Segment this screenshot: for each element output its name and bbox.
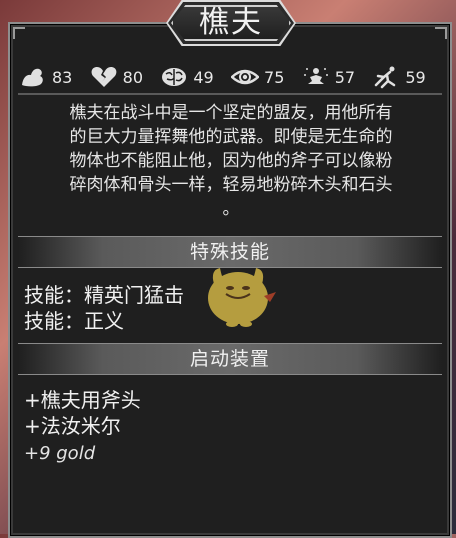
stat-value: 57: [334, 67, 356, 87]
meditation-icon: [301, 64, 331, 90]
corner-ornament: [13, 27, 25, 39]
stat-meditation: 57: [301, 64, 372, 90]
corner-ornament: [435, 27, 447, 39]
description-line: 物体也不能阻止他，因为他的斧子可以像粉: [69, 151, 393, 171]
skill-item: 技能：精英门猛击: [24, 283, 184, 307]
stat-value: 83: [52, 67, 73, 87]
description-line: 碎肉体和骨头一样，轻易地粉碎木头和石头: [69, 175, 393, 195]
gold-amount: +9 gold: [24, 443, 96, 464]
character-description: 樵夫在战斗中是一个坚定的盟友，用他所有 的巨大力量挥舞他的武器。即使是无生命的 …: [26, 101, 436, 221]
running-figure-icon: [371, 64, 401, 90]
skill-item: 技能：正义: [24, 309, 124, 333]
brain-icon: [159, 64, 189, 90]
stat-value: 59: [405, 67, 426, 87]
equipment-item: +法汝米尔: [24, 414, 121, 438]
description-line: 。: [222, 199, 240, 219]
strength-arm-icon: [18, 64, 48, 90]
equipment-item: +樵夫用斧头: [24, 388, 141, 412]
description-line: 的巨大力量挥舞他的武器。即使是无生命的: [69, 127, 393, 147]
stat-value: 80: [122, 67, 144, 87]
stats-row: 83 80 49 75 57 59: [18, 63, 442, 91]
stat-heart: 80: [89, 64, 160, 90]
stat-agility: 59: [371, 64, 442, 90]
stat-eye: 75: [230, 64, 301, 90]
stats-divider: [18, 93, 442, 95]
stat-value: 75: [264, 67, 285, 87]
section-title: 启动装置: [189, 348, 270, 370]
stat-value: 49: [193, 67, 214, 87]
stat-brain: 49: [159, 64, 230, 90]
character-title: 樵夫: [199, 5, 263, 40]
broken-heart-icon: [89, 64, 119, 90]
mascot-watermark-icon: [208, 268, 276, 327]
eye-icon: [230, 64, 260, 90]
equipment-section-header: 启动装置: [18, 343, 442, 375]
description-line: 樵夫在战斗中是一个坚定的盟友，用他所有: [69, 103, 393, 123]
stat-strength: 83: [18, 64, 89, 90]
